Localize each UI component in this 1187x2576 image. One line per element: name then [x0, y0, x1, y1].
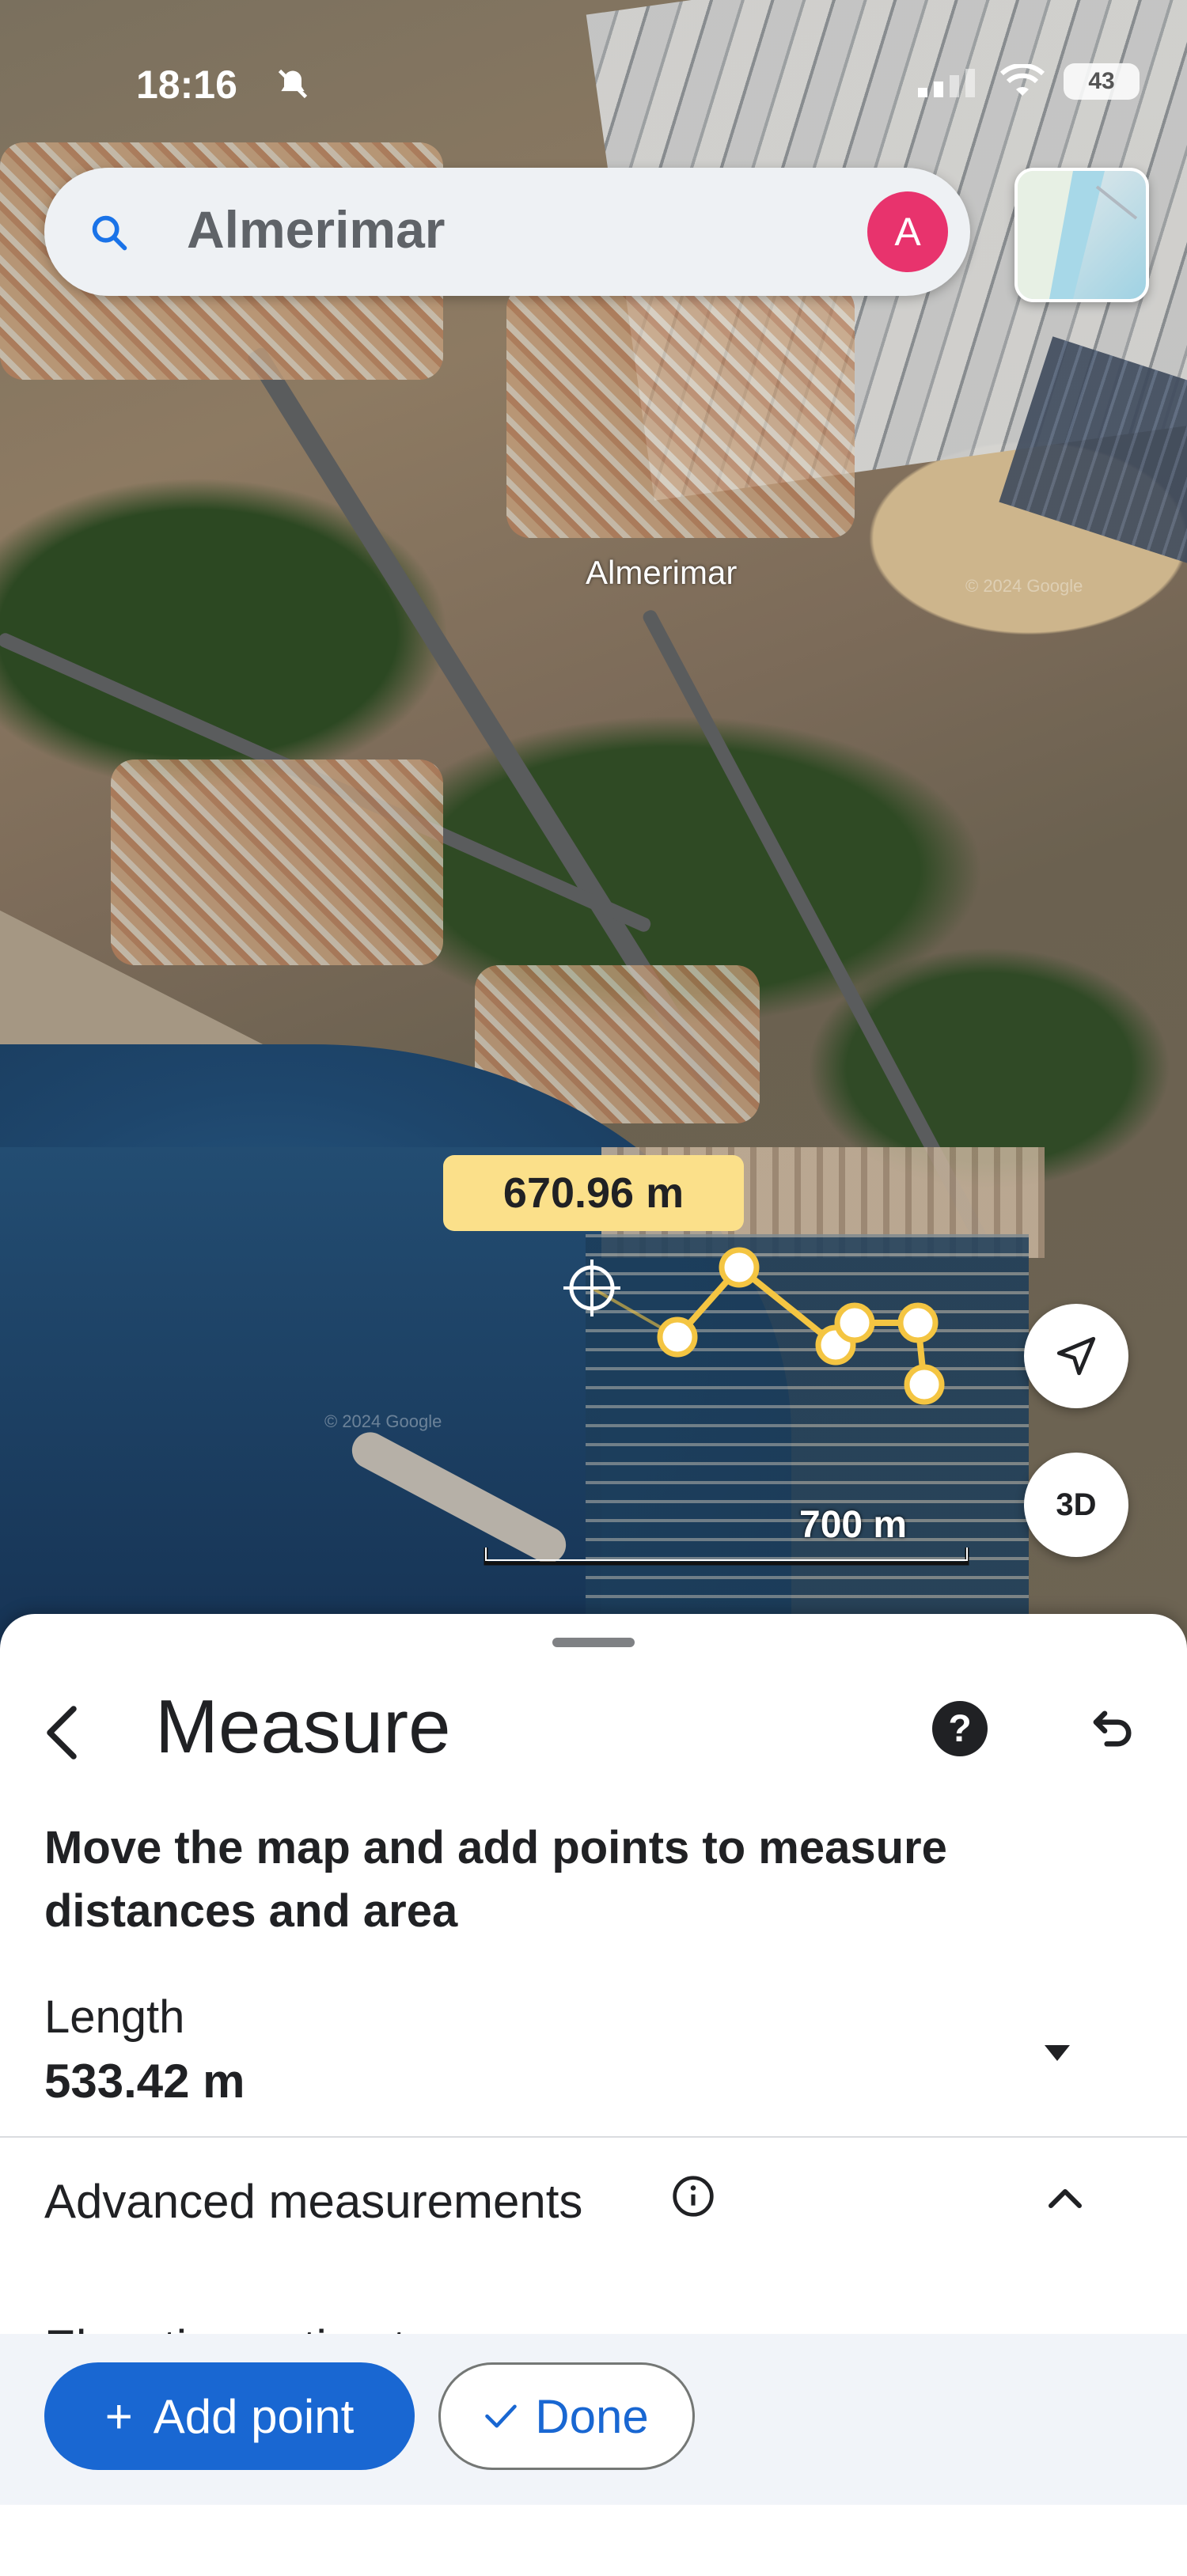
- length-value: 533.42 m: [44, 2055, 245, 2108]
- info-icon[interactable]: [671, 2174, 715, 2218]
- measure-route: [563, 1247, 945, 1405]
- add-point-label: Add point: [153, 2389, 355, 2443]
- sheet-drag-handle[interactable]: [552, 1638, 635, 1647]
- plus-icon: +: [104, 2389, 133, 2443]
- advanced-measurements-row[interactable]: Advanced measurements: [0, 2168, 1187, 2255]
- chevron-up-icon[interactable]: [1046, 2184, 1084, 2212]
- measure-instructions: Move the map and add points to measure d…: [44, 1822, 947, 1937]
- route-point: [834, 1302, 875, 1343]
- back-arrow-icon[interactable]: [38, 1701, 85, 1764]
- my-location-button[interactable]: [1024, 1304, 1128, 1408]
- undo-icon[interactable]: [1087, 1703, 1140, 1755]
- route-point: [904, 1364, 945, 1405]
- done-label: Done: [535, 2389, 649, 2443]
- help-icon[interactable]: ?: [932, 1701, 988, 1756]
- route-point: [719, 1247, 760, 1288]
- action-bar: + Add point Done: [0, 2334, 1187, 2505]
- check-icon: [485, 2404, 518, 2428]
- scale-label: 700 m: [799, 1504, 908, 1546]
- advanced-measurements-label: Advanced measurements: [44, 2175, 583, 2228]
- sheet-title: Measure: [155, 1684, 451, 1769]
- add-point-button[interactable]: + Add point: [44, 2362, 415, 2470]
- 3d-toggle-button[interactable]: 3D: [1024, 1453, 1128, 1557]
- chevron-down-icon[interactable]: [1041, 2041, 1073, 2065]
- route-line: [675, 1263, 927, 1385]
- divider: [0, 2136, 1187, 2138]
- navigation-arrow-icon: [1056, 1336, 1096, 1376]
- route-point: [897, 1302, 939, 1343]
- elevation-row-partial: Elevation estimate: [44, 2312, 519, 2335]
- route-point: [657, 1316, 698, 1358]
- done-button[interactable]: Done: [438, 2362, 695, 2470]
- length-label: Length: [44, 1991, 185, 2043]
